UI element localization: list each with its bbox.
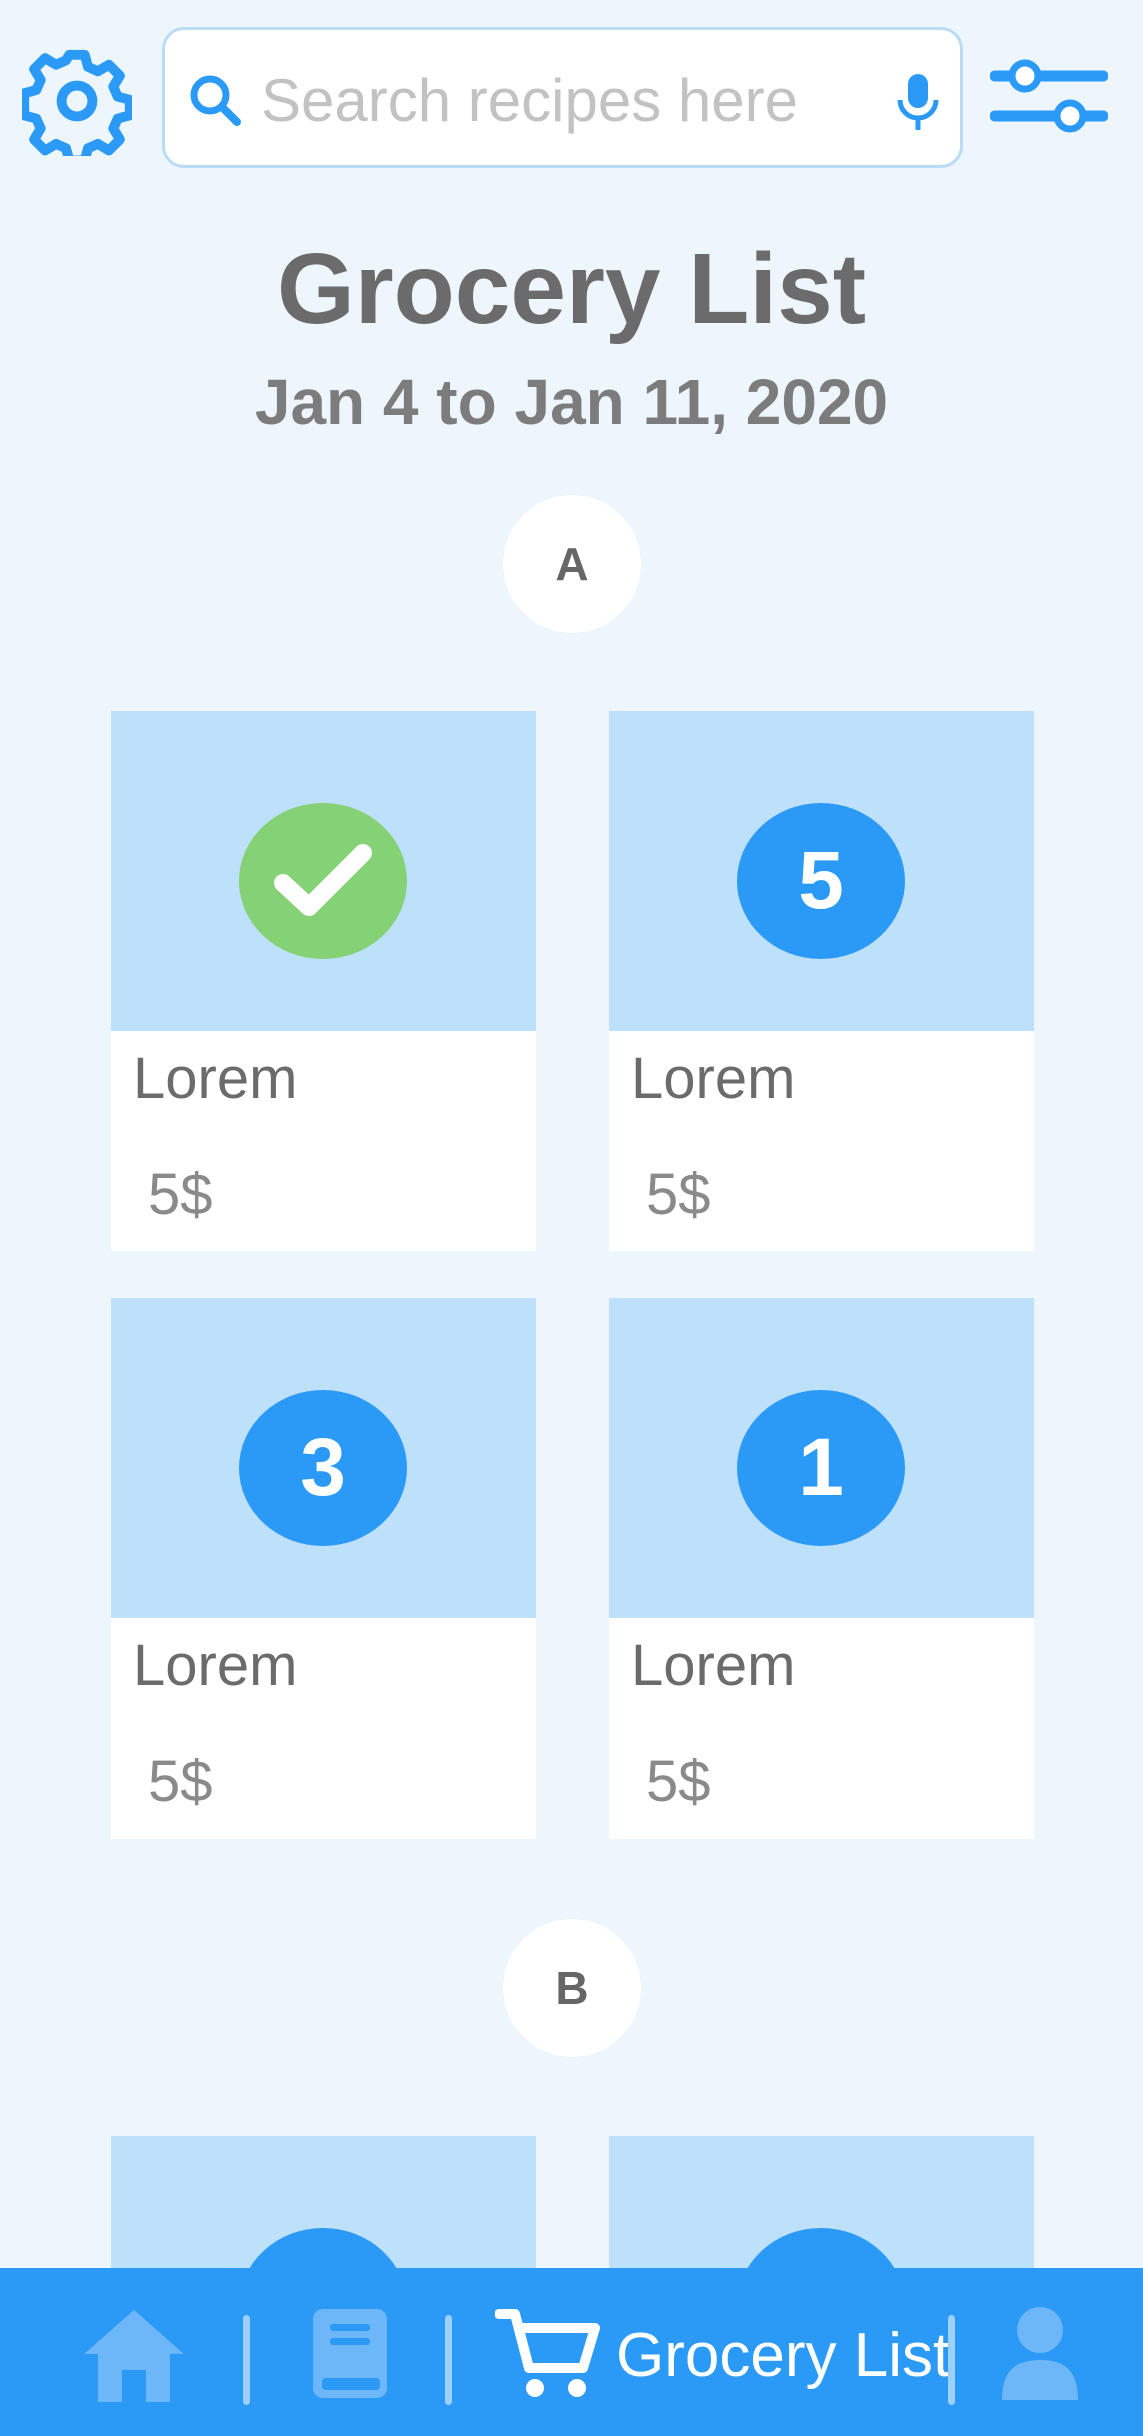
- section-letter-b: B: [503, 1919, 641, 2057]
- nav-active-label[interactable]: Grocery List: [616, 2320, 950, 2391]
- item-price: 5$: [148, 1749, 213, 1814]
- nav-separator: [445, 2315, 452, 2405]
- search-icon: [190, 75, 241, 126]
- filter-sliders-icon[interactable]: [990, 56, 1108, 136]
- grocery-item-card[interactable]: Lorem 5$: [111, 711, 536, 1251]
- quantity-badge[interactable]: 5: [737, 803, 905, 959]
- quantity-badge[interactable]: 3: [239, 1390, 407, 1546]
- checkmark-icon: [274, 844, 372, 916]
- item-image: [111, 2136, 536, 2276]
- home-icon[interactable]: [80, 2306, 188, 2406]
- item-price: 5$: [646, 1749, 711, 1814]
- search-bar[interactable]: Search recipes here: [162, 27, 963, 168]
- profile-icon[interactable]: [1000, 2304, 1080, 2404]
- section-letter-a: A: [503, 495, 641, 633]
- item-image: [111, 711, 536, 1031]
- top-bar: Search recipes here: [0, 0, 1143, 200]
- grocery-item-card[interactable]: 5 Lorem 5$: [609, 711, 1034, 1251]
- item-image: 1: [609, 1298, 1034, 1618]
- item-price: 5$: [646, 1162, 711, 1227]
- checked-badge[interactable]: [239, 803, 407, 959]
- item-price: 5$: [148, 1162, 213, 1227]
- grocery-item-card[interactable]: 1 Lorem 5$: [609, 1298, 1034, 1839]
- item-name: Lorem: [631, 1633, 796, 1698]
- microphone-icon[interactable]: [893, 72, 943, 132]
- item-name: Lorem: [133, 1046, 298, 1111]
- item-name: Lorem: [631, 1046, 796, 1111]
- nav-separator: [948, 2315, 955, 2405]
- search-input[interactable]: Search recipes here: [261, 66, 798, 135]
- cart-icon[interactable]: [495, 2306, 601, 2402]
- grocery-item-card[interactable]: 3 Lorem 5$: [111, 1298, 536, 1839]
- recipe-book-icon[interactable]: [310, 2306, 390, 2401]
- grocery-item-card[interactable]: [111, 2136, 536, 2276]
- gear-icon[interactable]: [22, 46, 132, 156]
- date-range: Jan 4 to Jan 11, 2020: [254, 366, 889, 438]
- bottom-nav: Grocery List: [0, 2268, 1143, 2436]
- item-image: [609, 2136, 1034, 2276]
- item-name: Lorem: [133, 1633, 298, 1698]
- nav-separator: [243, 2315, 250, 2405]
- item-image: 3: [111, 1298, 536, 1618]
- grocery-item-card[interactable]: [609, 2136, 1034, 2276]
- page-title: Grocery List: [276, 233, 867, 345]
- item-image: 5: [609, 711, 1034, 1031]
- quantity-badge[interactable]: 1: [737, 1390, 905, 1546]
